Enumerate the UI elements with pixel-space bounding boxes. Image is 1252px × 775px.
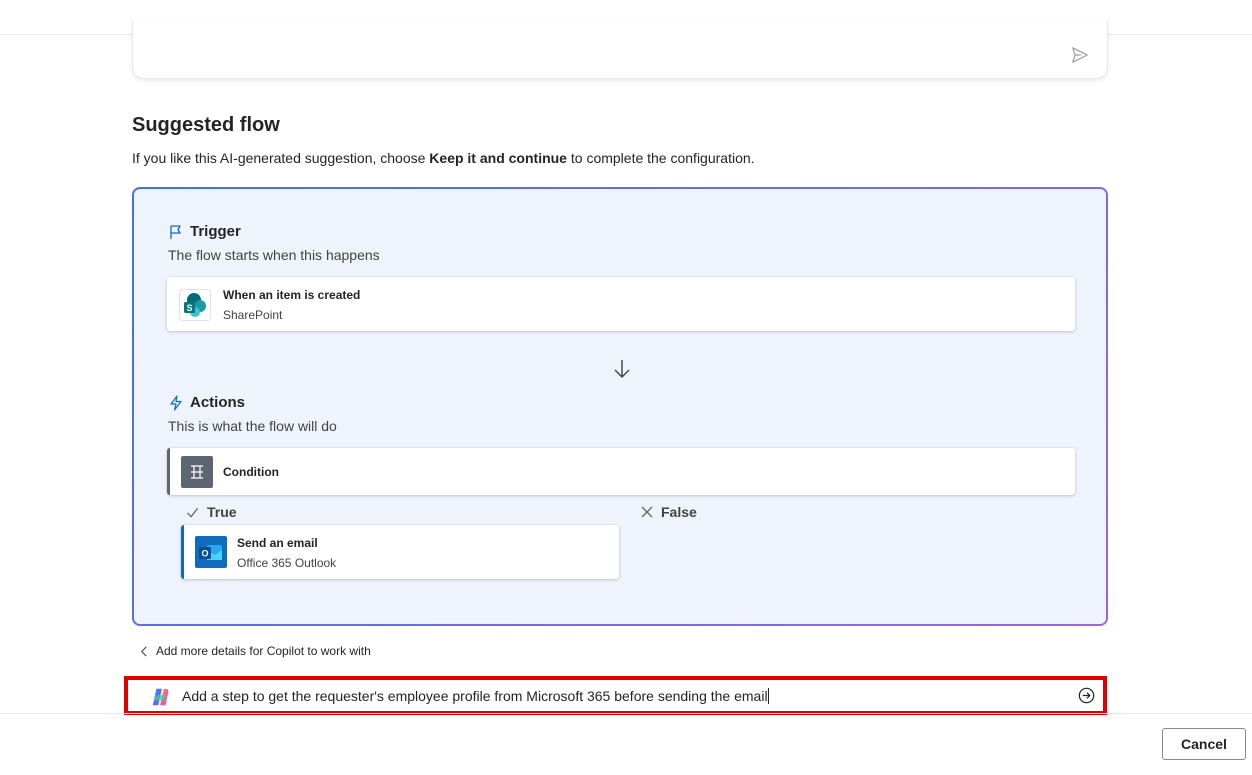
arrow-circle-icon[interactable]	[1078, 687, 1095, 704]
arrow-down-icon	[614, 360, 630, 378]
trigger-step-connector: SharePoint	[223, 308, 283, 322]
send-email-step-connector: Office 365 Outlook	[237, 556, 337, 570]
true-branch-label: True	[186, 504, 237, 520]
copilot-icon	[152, 688, 169, 706]
actions-subtitle: This is what the flow will do	[168, 418, 337, 434]
sharepoint-icon: S	[179, 289, 211, 321]
send-icon[interactable]	[1071, 46, 1089, 64]
suggested-flow-panel: Trigger The flow starts when this happen…	[132, 187, 1108, 626]
flag-icon	[170, 224, 181, 239]
false-branch-label: False	[641, 504, 697, 520]
trigger-subtitle: The flow starts when this happens	[168, 247, 380, 263]
check-icon	[186, 507, 199, 518]
copilot-input-highlight: Add a step to get the requester's employ…	[124, 676, 1107, 715]
cancel-button[interactable]: Cancel	[1162, 728, 1246, 760]
send-email-step-card[interactable]: O Send an email Office 365 Outlook	[181, 525, 619, 579]
lightning-icon	[170, 394, 182, 411]
chevron-left-icon	[140, 646, 147, 656]
trigger-heading: Trigger	[168, 223, 241, 240]
close-icon	[641, 506, 653, 518]
send-email-step-title: Send an email	[237, 536, 318, 550]
actions-heading: Actions	[168, 394, 245, 411]
condition-step-title: Condition	[223, 465, 279, 479]
page-title: Suggested flow	[132, 114, 280, 136]
previous-prompt-card	[132, 20, 1108, 79]
outlook-icon: O	[195, 536, 227, 568]
trigger-step-title: When an item is created	[223, 288, 361, 302]
suggestion-description: If you like this AI-generated suggestion…	[132, 150, 755, 166]
svg-text:S: S	[186, 303, 192, 313]
footer-divider	[0, 713, 1252, 714]
svg-text:O: O	[201, 549, 208, 559]
condition-step-card[interactable]: Condition	[167, 448, 1075, 495]
add-more-details-link[interactable]: Add more details for Copilot to work wit…	[140, 644, 371, 658]
condition-icon	[181, 456, 213, 488]
trigger-step-card[interactable]: S When an item is created SharePoint	[167, 277, 1075, 331]
copilot-input-text: Add a step to get the requester's employ…	[182, 688, 769, 704]
copilot-input[interactable]: Add a step to get the requester's employ…	[128, 680, 1103, 711]
